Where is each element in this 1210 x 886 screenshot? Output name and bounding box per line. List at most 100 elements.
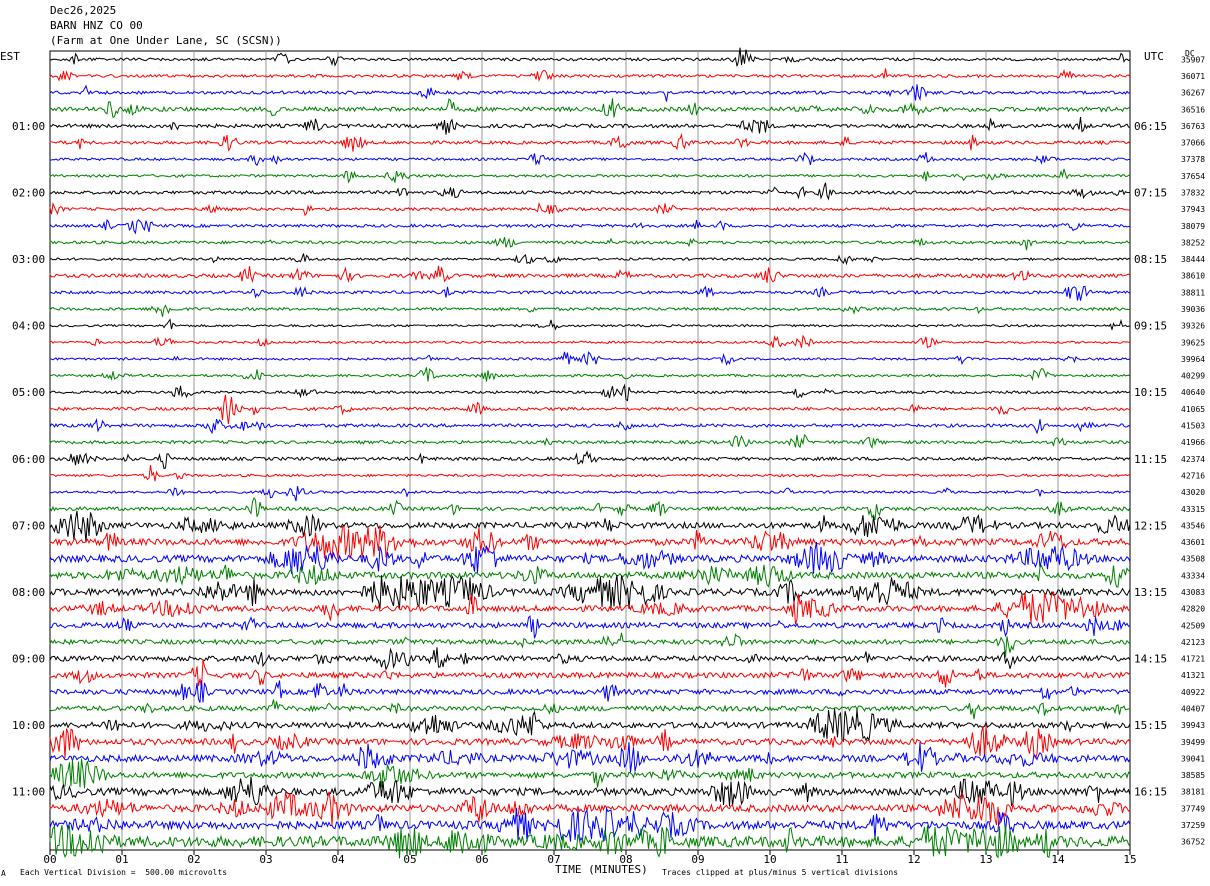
seismic-trace-row-15 (49, 285, 1131, 301)
x-tick-label-06: 06 (475, 853, 488, 866)
est-hour-label-0200: 02:00 (12, 187, 45, 200)
seismic-trace-row-2 (49, 68, 1131, 83)
dc-offset-label-row-33: 43083 (1181, 588, 1205, 597)
dc-offset-label-row-11: 38079 (1181, 222, 1205, 231)
seismic-trace-row-31 (49, 541, 1131, 574)
seismic-trace-row-10 (49, 201, 1130, 217)
dc-offset-label-row-26: 42716 (1181, 472, 1205, 481)
seismic-trace-row-26 (49, 465, 1131, 482)
dc-offset-label-row-1: 35907 (1181, 55, 1205, 64)
dc-offset-label-row-10: 37943 (1181, 205, 1205, 214)
utc-hour-label-1115: 11:15 (1134, 453, 1167, 466)
seismic-trace-row-21 (49, 383, 1131, 402)
seismic-trace-row-4 (49, 98, 1131, 119)
seismic-trace-row-35 (49, 615, 1131, 639)
utc-hour-label-1215: 12:15 (1134, 519, 1167, 532)
dc-offset-label-row-17: 39326 (1181, 322, 1205, 331)
seismic-trace-row-36 (49, 632, 1131, 658)
dc-offset-label-row-2: 36071 (1181, 72, 1205, 81)
seismic-trace-row-32 (49, 564, 1131, 588)
seismic-trace-row-29 (49, 510, 1131, 543)
utc-hour-label-1315: 13:15 (1134, 586, 1167, 599)
utc-hour-label-0915: 09:15 (1134, 320, 1167, 333)
x-tick-label-08: 08 (619, 853, 632, 866)
dc-offset-label-row-41: 39943 (1181, 721, 1205, 730)
dc-offset-label-row-23: 41503 (1181, 422, 1205, 431)
dc-offset-label-row-7: 37378 (1181, 155, 1205, 164)
seismic-trace-row-24 (49, 434, 1131, 450)
seismic-trace-row-37 (49, 647, 1131, 671)
seismic-trace-row-33 (49, 574, 1131, 609)
utc-hour-label-0815: 08:15 (1134, 253, 1167, 266)
utc-hour-label-1615: 16:15 (1134, 786, 1167, 799)
dc-offset-label-row-3: 36267 (1181, 89, 1205, 98)
x-tick-label-11: 11 (835, 853, 848, 866)
x-tick-label-09: 09 (691, 853, 704, 866)
dc-offset-label-row-35: 42509 (1181, 621, 1205, 630)
dc-offset-label-row-4: 36516 (1181, 105, 1205, 114)
seismic-trace-row-34 (49, 590, 1131, 625)
seismic-trace-row-1 (49, 47, 1131, 67)
seismic-trace-row-12 (49, 236, 1131, 251)
dc-offset-label-row-39: 40922 (1181, 688, 1205, 697)
x-tick-label-04: 04 (331, 853, 345, 866)
utc-hour-label-1015: 10:15 (1134, 386, 1167, 399)
seismic-trace-row-5 (49, 116, 1131, 135)
seismic-trace-row-9 (49, 182, 1131, 201)
x-tick-label-05: 05 (403, 853, 416, 866)
seismic-trace-row-13 (49, 253, 1131, 266)
est-hour-label-0100: 01:00 (12, 120, 45, 133)
dc-offset-label-row-16: 39036 (1181, 305, 1205, 314)
seismic-trace-row-3 (49, 84, 1131, 102)
est-hour-label-0500: 05:00 (12, 386, 45, 399)
est-hour-label-0600: 06:00 (12, 453, 45, 466)
plot-frame (49, 50, 1131, 851)
utc-hour-label-0615: 06:15 (1134, 120, 1167, 133)
utc-hour-label-0715: 07:15 (1134, 187, 1167, 200)
seismic-trace-row-6 (49, 132, 1131, 152)
seismic-trace-row-45 (49, 776, 1131, 807)
seismic-trace-row-44 (49, 758, 1131, 789)
seismic-trace-row-38 (49, 659, 1131, 689)
dc-offset-label-row-15: 38811 (1181, 288, 1205, 297)
dc-offset-label-row-29: 43546 (1181, 521, 1205, 530)
est-hour-label-1000: 10:00 (12, 719, 45, 732)
dc-offset-label-row-13: 38444 (1181, 255, 1205, 264)
x-tick-label-10: 10 (763, 853, 776, 866)
seismic-trace-row-11 (49, 218, 1131, 235)
utc-hour-label-1415: 14:15 (1134, 653, 1167, 666)
est-hour-label-0700: 07:00 (12, 519, 45, 532)
est-hour-label-0900: 09:00 (12, 653, 45, 666)
seismic-trace-row-30 (49, 525, 1131, 559)
helicorder-plot: 00 01 02 03 04 05 06 07 08 09 10 11 12 13 14 15 35907 360… (12, 47, 1205, 866)
x-tick-label-03: 03 (259, 853, 272, 866)
x-tick-label-02: 02 (187, 853, 200, 866)
dc-offset-label-row-5: 36763 (1181, 122, 1205, 131)
est-hour-label-1100: 11:00 (12, 786, 45, 799)
dc-offset-label-row-46: 37749 (1181, 804, 1205, 813)
seismic-trace-row-23 (49, 417, 1131, 435)
dc-offset-label-row-44: 38585 (1181, 771, 1205, 780)
seismic-trace-row-14 (49, 265, 1131, 283)
dc-offset-label-row-47: 37259 (1181, 821, 1205, 830)
x-tick-label-12: 12 (907, 853, 920, 866)
dc-offset-label-row-14: 38610 (1181, 272, 1205, 281)
dc-offset-label-row-37: 41721 (1181, 655, 1205, 664)
seismic-trace-row-8 (49, 168, 1131, 184)
seismic-trace-row-27 (49, 486, 1131, 502)
x-tick-label-00: 00 (43, 853, 56, 866)
dc-offset-label-row-22: 41065 (1181, 405, 1205, 414)
dc-offset-label-row-34: 42820 (1181, 605, 1205, 614)
seismic-trace-row-22 (49, 394, 1131, 425)
x-tick-label-01: 01 (115, 853, 128, 866)
dc-offset-label-row-9: 37832 (1181, 189, 1205, 198)
dc-offset-label-row-38: 41321 (1181, 671, 1205, 680)
dc-offset-label-row-43: 39041 (1181, 754, 1205, 763)
seismic-trace-row-25 (49, 450, 1131, 470)
dc-offset-label-row-6: 37066 (1181, 139, 1205, 148)
seismic-trace-row-41 (49, 708, 1131, 743)
dc-offset-label-row-45: 38181 (1181, 788, 1205, 797)
x-tick-label-07: 07 (547, 853, 560, 866)
seismic-trace-row-19 (49, 351, 1131, 366)
dc-offset-label-row-19: 39964 (1181, 355, 1205, 364)
